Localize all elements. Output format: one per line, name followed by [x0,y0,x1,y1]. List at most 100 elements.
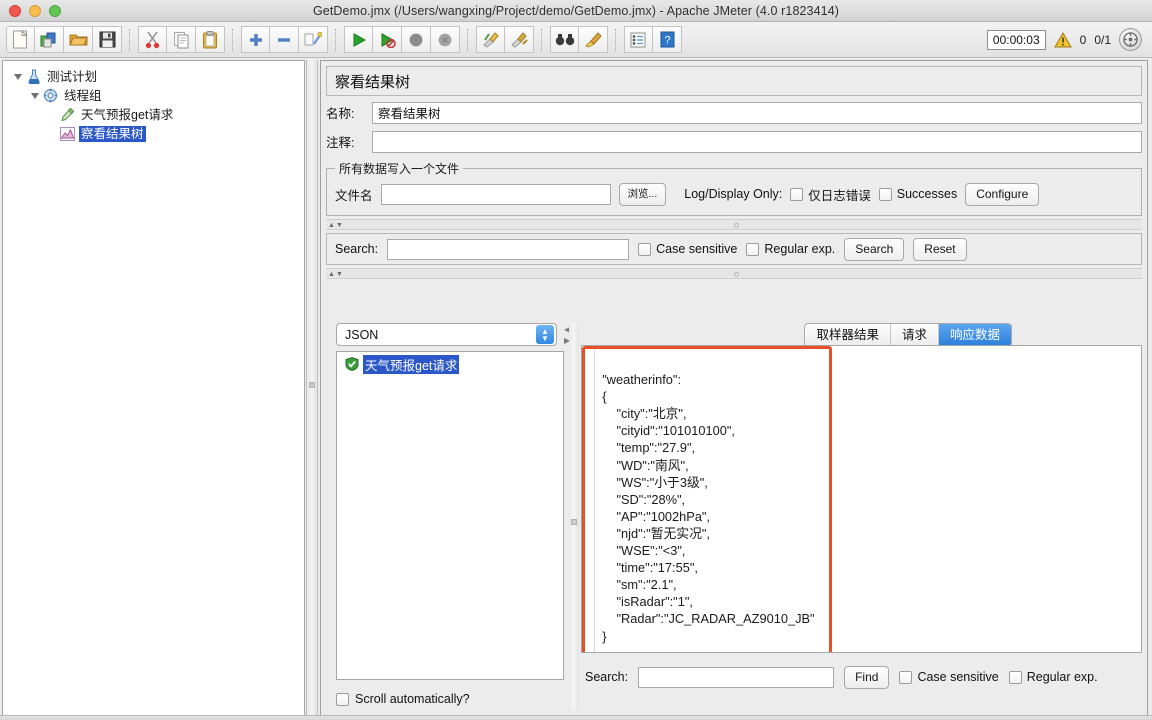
warning-icon[interactable] [1053,31,1072,48]
tree-node-view-results-tree[interactable]: 察看结果树 [3,124,304,143]
search-reset-icon[interactable] [579,26,608,53]
response-area: 取样器结果 请求 响应数据 { "weatherinfo": { "city":… [581,323,1142,710]
checkbox-box[interactable] [746,242,760,256]
chevron-down-icon[interactable] [28,92,42,99]
find-button[interactable]: Find [844,665,890,689]
tree-node-thread-group[interactable]: 线程组 [3,86,304,105]
name-input[interactable] [372,101,1142,124]
checkbox-box[interactable] [1008,670,1022,684]
expand-all-icon[interactable] [241,26,270,53]
response-data-view[interactable]: { "weatherinfo": { "city":"北京", "cityid"… [581,345,1142,653]
response-data-text: { "weatherinfo": { "city":"北京", "cityid"… [588,355,815,652]
checkbox-box[interactable] [336,692,349,706]
filename-label: 文件名 [335,188,373,203]
checkbox-box[interactable] [899,670,913,684]
collapse-down-icon[interactable]: ▼ [336,222,343,229]
warning-count: 0 [1079,32,1087,47]
toolbar-separator [615,28,617,51]
comment-label: 注释: [326,136,355,150]
clear-all-icon[interactable] [505,26,534,53]
reset-button[interactable]: Reset [913,237,967,261]
function-helper-icon[interactable] [624,26,653,53]
shutdown-icon[interactable] [431,26,460,53]
case-sensitive-label: Case sensitive [917,670,999,684]
toggle-icon[interactable] [299,26,328,53]
gear-icon[interactable] [1119,28,1142,51]
start-icon[interactable] [344,26,373,53]
horizontal-splitter-bottom[interactable]: ▲ ▼ [326,268,1142,279]
test-plan-tree: 测试计划 线程组 天气预报get请求 察看结果树 [3,61,304,143]
splitter-grip[interactable] [309,382,315,388]
tab-response-data[interactable]: 响应数据 [938,324,1011,346]
configure-button[interactable]: Configure [965,182,1040,206]
response-tabs: 取样器结果 请求 响应数据 [804,323,1012,347]
help-icon[interactable]: ? [653,26,682,53]
collapse-up-icon[interactable]: ▲ [328,222,335,229]
renderer-select[interactable]: JSON ▲ ▼ [336,323,557,346]
jmeter-window: GetDemo.jmx (/Users/wangxing/Project/dem… [0,0,1152,720]
checkbox-box[interactable] [638,242,652,256]
checkbox-box[interactable] [878,187,892,201]
success-shield-icon [343,356,360,372]
search-button[interactable]: Search [844,237,905,261]
successes-label: Successes [896,187,958,201]
stop-icon[interactable] [402,26,431,53]
errors-only-checkbox[interactable]: 仅日志错误 [790,185,871,204]
case-sensitive-checkbox[interactable]: Case sensitive [899,670,999,684]
copy-icon[interactable] [167,26,196,53]
collapse-down-icon[interactable]: ▼ [336,271,343,278]
case-sensitive-label: Case sensitive [656,242,738,256]
collapse-up-icon[interactable]: ▲ [328,271,335,278]
save-icon[interactable] [93,26,122,53]
scroll-automatically-checkbox[interactable]: Scroll automatically? [336,692,470,706]
name-label: 名称: [326,107,355,121]
sampler-node-label: 天气预报get请求 [363,354,460,374]
splitter-grip[interactable] [571,519,577,525]
main-splitter[interactable] [306,60,318,716]
splitter-grip[interactable] [734,272,739,277]
browse-button[interactable]: 浏览... [618,182,667,206]
chevron-updown-icon[interactable]: ▲ ▼ [536,325,554,344]
tree-node-test-plan[interactable]: 测试计划 [3,67,304,86]
status-line [0,715,1152,720]
test-plan-tree-pane[interactable]: 测试计划 线程组 天气预报get请求 察看结果树 [2,60,305,716]
results-splitter[interactable] [569,323,579,710]
start-no-pauses-icon[interactable] [373,26,402,53]
paste-icon[interactable] [196,26,225,53]
collapse-all-icon[interactable] [270,26,299,53]
splitter-grip[interactable] [734,223,739,228]
case-sensitive-checkbox[interactable]: Case sensitive [638,242,737,256]
title-bar: GetDemo.jmx (/Users/wangxing/Project/dem… [0,0,1152,22]
filename-input[interactable] [380,183,611,205]
tab-sampler-result[interactable]: 取样器结果 [805,324,891,346]
clear-icon[interactable] [476,26,505,53]
tree-node-http-request[interactable]: 天气预报get请求 [3,105,304,124]
help-button-group: ? [624,26,682,53]
new-file-icon[interactable] [6,26,35,53]
tab-request[interactable]: 请求 [891,324,939,346]
horizontal-splitter-top[interactable]: ▲ ▼ [326,219,1142,230]
response-search-input[interactable] [638,666,835,688]
sampler-results-tree[interactable]: 天气预报get请求 [336,351,564,680]
search-input[interactable] [387,238,630,260]
regular-exp-checkbox[interactable]: Regular exp. [1008,670,1098,684]
run-button-group [344,26,460,53]
cut-icon[interactable] [138,26,167,53]
successes-checkbox[interactable]: Successes [878,187,958,201]
svg-text:?: ? [664,35,670,47]
new-template-icon[interactable] [35,26,64,53]
search-icon[interactable] [550,26,579,53]
thread-group-icon [42,88,59,104]
comment-input[interactable] [372,130,1142,153]
checkbox-box[interactable] [790,187,804,201]
regular-exp-label: Regular exp. [1026,670,1098,684]
scroll-automatically-label: Scroll automatically? [355,692,470,706]
list-item[interactable]: 天气预报get请求 [337,352,563,374]
edit-button-group [138,26,225,53]
regular-exp-label: Regular exp. [764,242,836,256]
open-icon[interactable] [64,26,93,53]
chevron-down-icon[interactable] [11,73,25,80]
regular-exp-checkbox[interactable]: Regular exp. [746,242,835,256]
file-button-group [6,26,122,53]
toolbar-separator [335,28,337,51]
